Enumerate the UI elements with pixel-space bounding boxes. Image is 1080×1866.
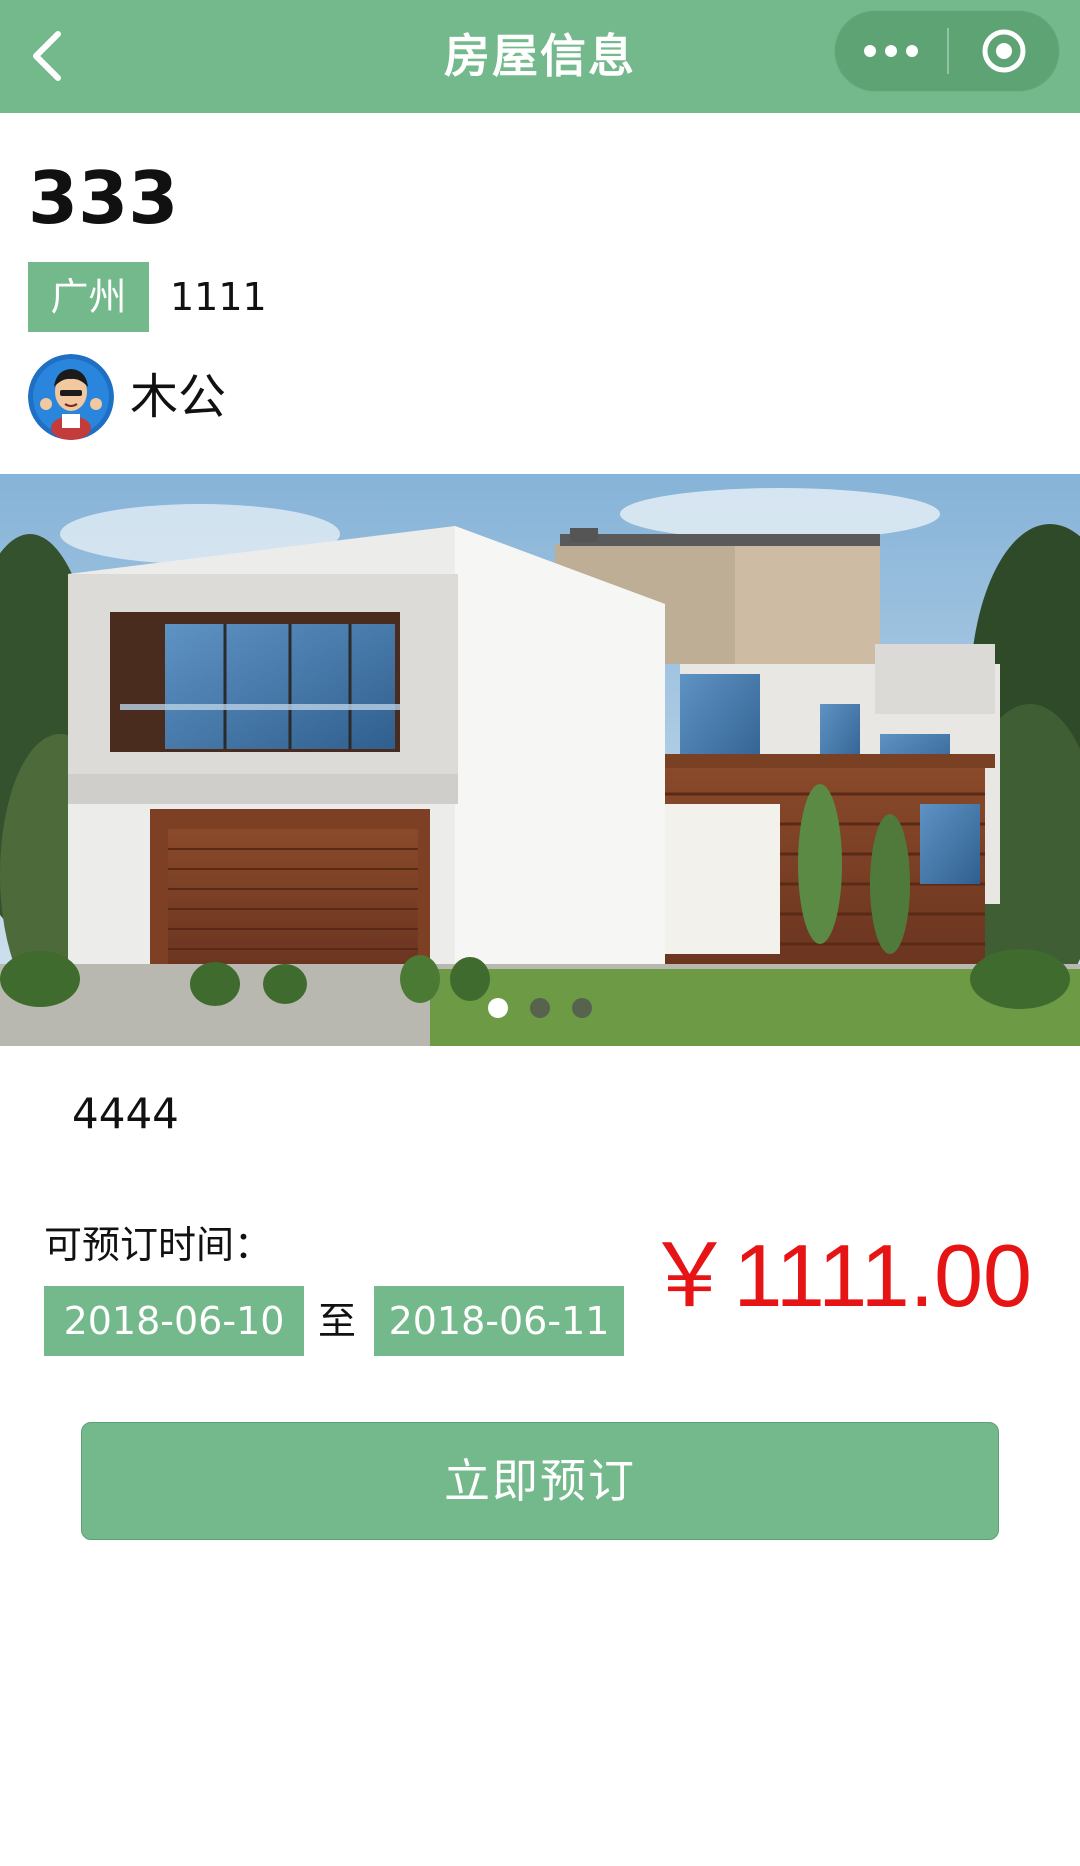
- carousel-indicators: [0, 998, 1080, 1018]
- house-address: 1111: [170, 275, 267, 319]
- target-circle-icon: [982, 29, 1026, 73]
- date-separator: 至: [318, 1299, 357, 1343]
- more-dots-icon: [864, 45, 876, 57]
- carousel-dot[interactable]: [572, 998, 592, 1018]
- book-now-button[interactable]: 立即预订: [81, 1422, 999, 1540]
- capsule-menu: [834, 10, 1060, 92]
- more-button[interactable]: [835, 10, 947, 92]
- booking-period-label: 可预订时间：: [44, 1223, 273, 1267]
- city-tag: 广州: [28, 262, 149, 332]
- price: ￥1111.00: [645, 1226, 1032, 1325]
- owner-avatar: [28, 354, 114, 440]
- house-photo-carousel[interactable]: [0, 474, 1080, 1046]
- end-date: 2018-06-11: [374, 1286, 624, 1356]
- back-button[interactable]: [18, 24, 78, 88]
- house-description: 4444: [72, 1089, 179, 1138]
- house-title: 333: [28, 156, 179, 240]
- house-photo: [0, 474, 1080, 1046]
- start-date: 2018-06-10: [44, 1286, 304, 1356]
- carousel-dot[interactable]: [488, 998, 508, 1018]
- carousel-dot[interactable]: [530, 998, 550, 1018]
- navigation-bar: 房屋信息: [0, 0, 1080, 113]
- chevron-left-icon: [33, 31, 61, 81]
- close-button[interactable]: [949, 10, 1059, 92]
- owner-name: 木公: [130, 369, 227, 425]
